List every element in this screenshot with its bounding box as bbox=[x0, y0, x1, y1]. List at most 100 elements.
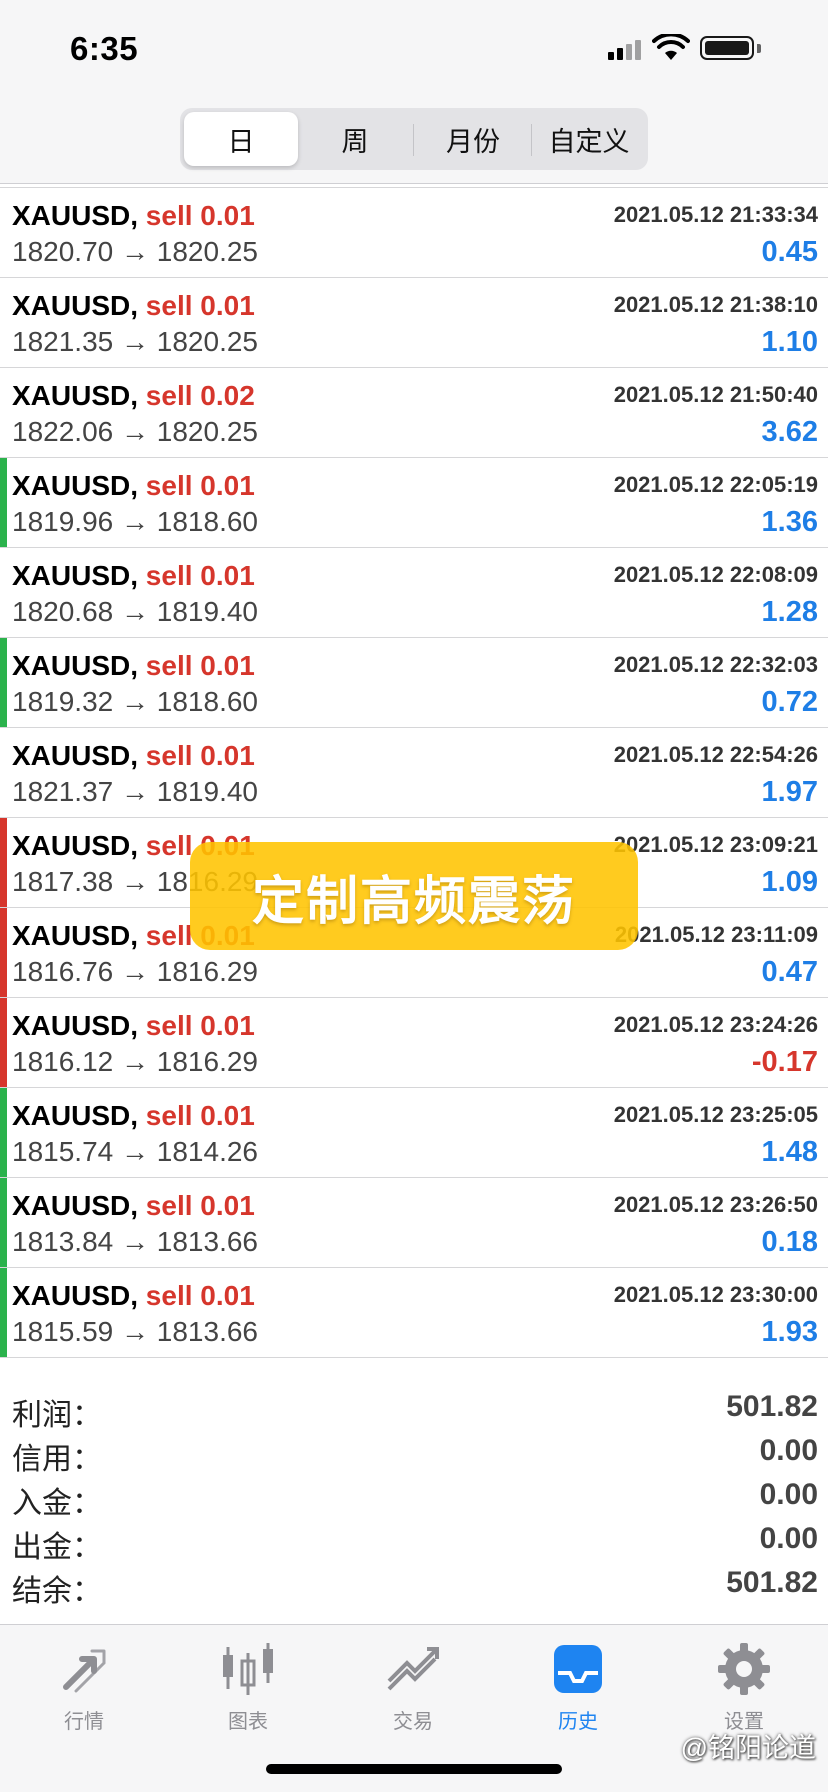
trade-symbol-name: XAUUSD, bbox=[12, 560, 139, 591]
trade-time: 2021.05.12 22:05:19 bbox=[613, 472, 818, 497]
trade-price-close: 1820.25 bbox=[156, 236, 258, 267]
trade-profit: 1.36 bbox=[761, 506, 818, 538]
arrow-right-icon: → bbox=[121, 1316, 149, 1347]
trade-time: 2021.05.12 23:30:00 bbox=[613, 1282, 818, 1307]
trade-symbol-name: XAUUSD, bbox=[12, 470, 139, 501]
trade-prices: 1821.37 → 1819.40 bbox=[12, 776, 258, 808]
trade-price-close: 1820.25 bbox=[156, 416, 258, 447]
summary-value: 501.82 bbox=[726, 1566, 818, 1599]
overlay-banner-text: 定制高频震荡 bbox=[251, 872, 576, 931]
arrow-right-icon: → bbox=[121, 236, 149, 267]
trade-prices: 1822.06 → 1820.25 bbox=[12, 416, 258, 448]
summary-row: 入金： 0.00 bbox=[0, 1474, 828, 1520]
watermark: @铭阳论道 bbox=[680, 1733, 816, 1763]
trade-status-bar bbox=[0, 1088, 7, 1177]
trade-status-bar bbox=[0, 908, 7, 997]
summary-label: 出金： bbox=[12, 1531, 102, 1564]
tab-chart[interactable]: 图表 bbox=[188, 1639, 308, 1739]
trade-row[interactable]: XAUUSD, sell 0.01 2021.05.12 22:54:26 1821… bbox=[0, 728, 828, 818]
trade-row[interactable]: XAUUSD, sell 0.01 2021.05.12 21:33:34 1820… bbox=[0, 188, 828, 278]
trade-symbol-name: XAUUSD, bbox=[12, 1280, 139, 1311]
trade-prices: 1816.12 → 1816.29 bbox=[12, 1046, 258, 1078]
quotes-arrows-icon bbox=[63, 1649, 106, 1693]
arrow-right-icon: → bbox=[121, 1226, 149, 1257]
trade-time: 2021.05.12 22:32:03 bbox=[613, 652, 818, 677]
period-tab-week[interactable]: 周 bbox=[298, 112, 412, 166]
trade-time: 2021.05.12 23:09:21 bbox=[613, 832, 818, 857]
trade-row[interactable]: XAUUSD, sell 0.01 2021.05.12 21:38:10 1821… bbox=[0, 278, 828, 368]
trade-status-bar bbox=[0, 818, 7, 907]
trade-price-close: 1818.60 bbox=[156, 686, 258, 717]
tab-quotes[interactable]: 行情 bbox=[24, 1639, 144, 1739]
period-tab-custom[interactable]: 自定义 bbox=[532, 112, 646, 166]
trade-price-close: 1814.26 bbox=[156, 1136, 258, 1167]
trade-price-close: 1813.66 bbox=[156, 1226, 258, 1257]
trade-side-volume: sell 0.01 bbox=[145, 200, 255, 231]
tab-history[interactable]: 历史 bbox=[518, 1639, 638, 1739]
status-time: 6:35 bbox=[70, 30, 139, 67]
arrow-right-icon: → bbox=[121, 776, 149, 807]
trade-row[interactable]: XAUUSD, sell 0.01 2021.05.12 22:32:03 1819… bbox=[0, 638, 828, 728]
trade-side-volume: sell 0.01 bbox=[145, 1190, 255, 1221]
trade-time: 2021.05.12 21:38:10 bbox=[613, 292, 818, 317]
trade-side-volume: sell 0.01 bbox=[145, 290, 255, 321]
tab-trade[interactable]: 交易 bbox=[353, 1639, 473, 1739]
trade-status-bar bbox=[0, 638, 7, 727]
tab-settings[interactable]: 设置 bbox=[684, 1639, 804, 1739]
overlay-banner: 定制高频震荡 bbox=[190, 842, 638, 950]
settings-gear-icon bbox=[718, 1643, 770, 1695]
trade-price-open: 1821.37 bbox=[12, 776, 114, 807]
trade-profit: 0.45 bbox=[761, 236, 818, 268]
trade-price-open: 1819.32 bbox=[12, 686, 114, 717]
trade-symbol: XAUUSD, sell 0.01 bbox=[12, 1190, 255, 1222]
trade-time: 2021.05.12 21:33:34 bbox=[613, 202, 818, 227]
trade-row[interactable]: XAUUSD, sell 0.01 2021.05.12 23:24:26 1816… bbox=[0, 998, 828, 1088]
trade-symbol: XAUUSD, sell 0.01 bbox=[12, 200, 255, 232]
trade-price-open: 1815.74 bbox=[12, 1136, 114, 1167]
arrow-right-icon: → bbox=[121, 866, 149, 897]
history-inbox-icon bbox=[554, 1645, 602, 1693]
home-indicator[interactable] bbox=[266, 1764, 562, 1774]
trade-profit: 1.97 bbox=[761, 776, 818, 808]
trade-price-open: 1822.06 bbox=[12, 416, 114, 447]
trade-price-close: 1820.25 bbox=[156, 326, 258, 357]
trade-symbol-name: XAUUSD, bbox=[12, 920, 139, 951]
wifi-icon bbox=[652, 34, 690, 60]
cellular-signal-icon bbox=[608, 38, 644, 60]
trade-row[interactable]: XAUUSD, sell 0.01 2021.05.12 23:26:50 1813… bbox=[0, 1178, 828, 1268]
trade-symbol: XAUUSD, sell 0.01 bbox=[12, 1100, 255, 1132]
trade-profit: 1.09 bbox=[761, 866, 818, 898]
trade-prices: 1820.68 → 1819.40 bbox=[12, 596, 258, 628]
trade-profit: 0.18 bbox=[761, 1226, 818, 1258]
trade-price-close: 1813.66 bbox=[156, 1316, 258, 1347]
arrow-right-icon: → bbox=[121, 326, 149, 357]
trade-symbol-name: XAUUSD, bbox=[12, 200, 139, 231]
trade-side-volume: sell 0.02 bbox=[145, 380, 255, 411]
summary-row: 信用： 0.00 bbox=[0, 1430, 828, 1476]
trade-profit: 1.28 bbox=[761, 596, 818, 628]
trade-profit: 0.72 bbox=[761, 686, 818, 718]
trade-history-list[interactable]: 1820.03 → 1820.25-0.22XAUUSD, sell 0.012… bbox=[0, 158, 828, 1384]
trade-row[interactable]: XAUUSD, sell 0.02 2021.05.12 21:50:40 1822… bbox=[0, 368, 828, 458]
trade-symbol: XAUUSD, sell 0.02 bbox=[12, 380, 255, 412]
arrow-right-icon: → bbox=[121, 506, 149, 537]
trade-symbol: XAUUSD, sell 0.01 bbox=[12, 650, 255, 682]
period-tab-month[interactable]: 月份 bbox=[416, 112, 530, 166]
candlestick-chart-icon bbox=[223, 1643, 273, 1695]
summary-value: 501.82 bbox=[726, 1390, 818, 1423]
trade-prices: 1819.32 → 1818.60 bbox=[12, 686, 258, 718]
trade-profit: 0.47 bbox=[761, 956, 818, 988]
trade-row[interactable]: XAUUSD, sell 0.01 2021.05.12 23:25:05 1815… bbox=[0, 1088, 828, 1178]
trade-status-bar bbox=[0, 998, 7, 1087]
trade-time: 2021.05.12 22:08:09 bbox=[613, 562, 818, 587]
trade-symbol-name: XAUUSD, bbox=[12, 380, 139, 411]
trade-side-volume: sell 0.01 bbox=[145, 1100, 255, 1131]
trade-time: 2021.05.12 22:54:26 bbox=[613, 742, 818, 767]
trade-row[interactable]: XAUUSD, sell 0.01 2021.05.12 23:30:00 1815… bbox=[0, 1268, 828, 1358]
trade-price-close: 1816.29 bbox=[156, 1046, 258, 1077]
period-tab-day[interactable]: 日 bbox=[184, 112, 298, 166]
trade-prices: 1813.84 → 1813.66 bbox=[12, 1226, 258, 1258]
trade-row[interactable]: XAUUSD, sell 0.01 2021.05.12 22:08:09 1820… bbox=[0, 548, 828, 638]
trade-trend-icon bbox=[387, 1647, 439, 1691]
trade-row[interactable]: XAUUSD, sell 0.01 2021.05.12 22:05:19 1819… bbox=[0, 458, 828, 548]
